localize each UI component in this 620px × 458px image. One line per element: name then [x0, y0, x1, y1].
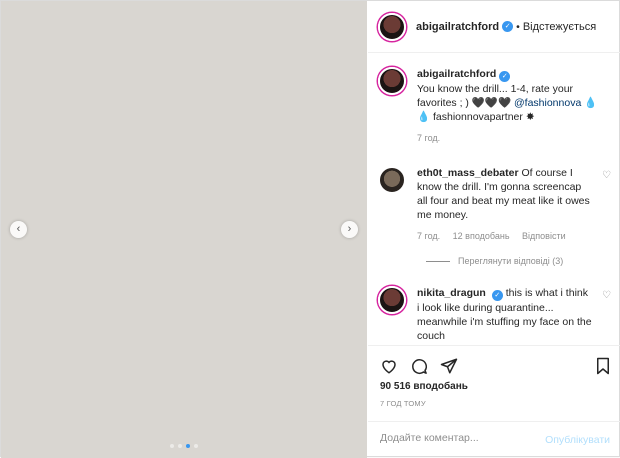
follow-status-button[interactable]: Відстежується — [523, 21, 596, 33]
view-replies-label[interactable]: Переглянути відповіді (3) — [458, 256, 563, 266]
caption-row: abigailratchford ✓ You know the drill... … — [378, 67, 613, 145]
comment-input[interactable] — [380, 432, 530, 444]
publish-button[interactable]: Опублікувати — [545, 434, 610, 446]
likes-count[interactable]: 90 516 вподобань — [380, 381, 468, 392]
verified-badge-icon: ✓ — [491, 290, 503, 301]
share-icon[interactable] — [440, 357, 458, 375]
action-bar — [368, 345, 620, 385]
save-icon[interactable] — [594, 357, 612, 375]
drop-icon: 💧 — [417, 111, 431, 123]
verified-badge-icon: ✓ — [499, 71, 511, 82]
comment-row: eth0t_mass_debater Of course I know the … — [378, 166, 613, 243]
separator-dot: • — [516, 20, 520, 33]
carousel-prev-button[interactable]: ‹ — [10, 221, 27, 238]
author-username[interactable]: abigailratchford — [416, 21, 499, 33]
like-icon[interactable] — [380, 357, 398, 375]
carousel-dot-active — [186, 444, 190, 448]
splash-icon: ✸ — [525, 111, 535, 123]
carousel-dots — [1, 444, 367, 448]
commenter-avatar[interactable] — [378, 166, 406, 194]
commenter-avatar[interactable] — [378, 286, 406, 314]
reply-button[interactable]: Відповісти — [522, 231, 566, 241]
post-header: abigailratchford ✓ • Відстежується — [368, 1, 620, 53]
caption-avatar[interactable] — [378, 67, 406, 95]
caption-age: 7 год. — [417, 133, 441, 143]
comment-icon[interactable] — [410, 357, 428, 375]
post-media-placeholder[interactable]: ‹ › — [1, 1, 367, 458]
view-replies[interactable]: Переглянути відповіді (3) — [426, 256, 563, 266]
replies-divider — [426, 260, 450, 262]
carousel-dot — [194, 444, 198, 448]
comment-box: Опублікувати — [368, 421, 620, 458]
author-avatar[interactable] — [378, 12, 406, 41]
comment-likes[interactable]: 12 вподобань — [453, 231, 510, 241]
mention-link[interactable]: @fashionnova — [514, 97, 581, 109]
carousel-dot — [178, 444, 182, 448]
carousel-dot — [170, 444, 174, 448]
comment-row: nikita_dragun ✓ this is what i think i l… — [378, 286, 613, 343]
post-timestamp[interactable]: 7 ГОД ТОМУ — [380, 399, 426, 408]
comment-username[interactable]: nikita_dragun — [417, 287, 486, 299]
comment-like-icon[interactable]: ♡ — [602, 290, 611, 301]
comment-age: 7 год. — [417, 231, 441, 241]
caption-username[interactable]: abigailratchford — [417, 68, 496, 80]
comment-username[interactable]: eth0t_mass_debater — [417, 167, 519, 179]
caption-tag: fashionnovapartner — [433, 111, 523, 123]
post-container: ‹ › abigailratchford ✓ • Відстежується a… — [0, 0, 620, 458]
verified-badge-icon: ✓ — [502, 21, 514, 32]
drop-icon: 💧 — [584, 97, 598, 109]
comment-like-icon[interactable]: ♡ — [602, 170, 611, 181]
post-sidebar: abigailratchford ✓ • Відстежується abiga… — [368, 1, 620, 458]
carousel-next-button[interactable]: › — [341, 221, 358, 238]
